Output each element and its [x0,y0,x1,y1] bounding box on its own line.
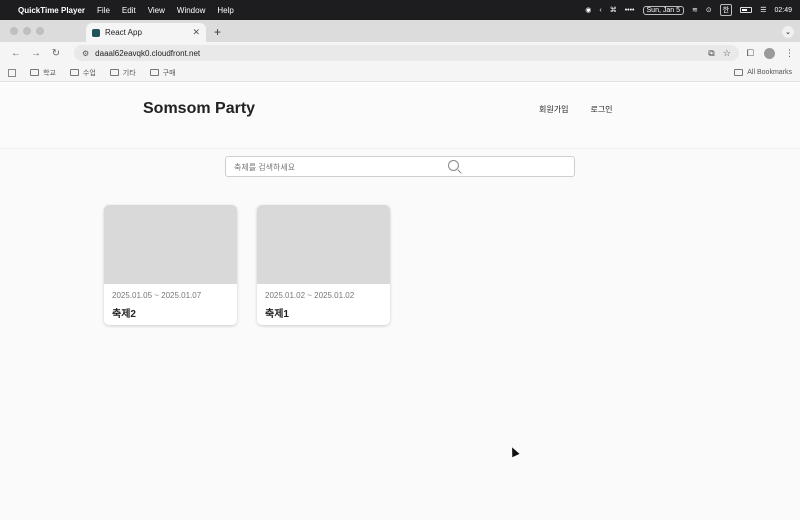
menu-file[interactable]: File [97,6,110,15]
bookmark-label: 구매 [162,69,176,77]
close-window-button[interactable] [10,27,18,35]
search-input[interactable] [226,158,486,177]
bookmark-folder-etc[interactable]: 기타 [109,68,136,78]
site-nav: 회원가입 로그인 [539,104,613,115]
site-logo[interactable]: Somsom Party [143,100,255,118]
bookmark-folder-purchase[interactable]: 구매 [149,68,176,78]
bookmarks-bar: 학교 수업 기타 구매 All Bookmarks [0,64,800,82]
menu-help[interactable]: Help [217,6,233,15]
chevron-left-icon[interactable]: ‹ [599,7,601,14]
folder-icon [69,69,79,76]
folder-icon [149,69,159,76]
festival-card[interactable]: 2025.01.05 ~ 2025.01.07 축제2 [104,205,237,325]
folder-icon [109,69,119,76]
tab-react-app[interactable]: React App ✕ [86,23,206,42]
bookmark-folder-school[interactable]: 학교 [30,68,56,78]
folder-icon [30,69,39,76]
web-page: Somsom Party 회원가입 로그인 2025.01.05 ~ 2025.… [0,83,800,520]
bookmark-folder-class[interactable]: 수업 [69,68,96,78]
tab-title: React App [105,28,142,37]
festival-dates: 2025.01.05 ~ 2025.01.07 [112,291,202,300]
input-method-indicator[interactable]: 한 [719,4,733,16]
screen-record-icon[interactable]: ⊙ [706,6,712,14]
bookmark-star-icon[interactable]: ☆ [723,48,731,59]
battery-icon[interactable] [740,7,753,13]
apps-grid-icon[interactable] [8,68,16,77]
all-bookmarks-button[interactable]: All Bookmarks [734,69,792,76]
kebab-menu-icon[interactable]: ⋮ [785,48,794,59]
app-name[interactable]: QuickTime Player [18,6,85,15]
festival-thumbnail[interactable] [104,205,237,284]
extensions-puzzle-icon[interactable]: ⧠ [747,48,754,59]
festival-name[interactable]: 축제2 [112,305,237,320]
record-icon[interactable]: ◉ [585,6,591,14]
install-app-icon[interactable]: ⧉ [708,48,714,59]
festival-search-box[interactable] [225,156,575,177]
menu-edit[interactable]: Edit [122,6,136,15]
profile-avatar[interactable] [764,47,775,59]
favicon-icon [92,28,100,37]
clock[interactable]: 02:49 [774,7,792,14]
paperclip-icon[interactable]: ⌘ [610,6,617,14]
festival-thumbnail[interactable] [257,205,390,284]
status-area: ◉ ‹ ⌘ •••• Sun, Jan 5 ≋ ⊙ 한 ☰ 02:49 [585,4,792,16]
macos-menubar: QuickTime Player File Edit View Window H… [0,0,800,20]
window-controls [10,27,44,35]
date-display[interactable]: Sun, Jan 5 [642,5,684,15]
all-bookmarks-label: All Bookmarks [747,69,792,76]
bookmark-label: 기타 [122,69,136,77]
search-icon[interactable] [448,160,459,171]
dots-icon[interactable]: •••• [625,7,635,14]
minimize-window-button[interactable] [23,27,31,35]
reload-icon[interactable]: ↻ [46,48,66,59]
site-settings-icon[interactable]: ⚙ [82,49,89,58]
bookmark-label: 학교 [43,69,56,77]
address-bar[interactable]: ⚙ daaal62eavqk0.cloudfront.net ⧉ ☆ [74,45,739,61]
forward-arrow-icon[interactable]: → [26,48,46,59]
folder-icon [734,69,744,76]
browser-tab-bar: React App ✕ + ⌄ [0,20,800,42]
bookmark-label: 수업 [82,69,96,77]
login-link[interactable]: 로그인 [590,104,612,115]
url-text[interactable]: daaal62eavqk0.cloudfront.net [95,49,200,58]
festival-dates: 2025.01.02 ~ 2025.01.02 [265,291,355,300]
back-arrow-icon[interactable]: ← [6,48,26,59]
control-center-icon[interactable]: ☰ [760,6,766,14]
signup-link[interactable]: 회원가입 [539,104,568,115]
festival-name[interactable]: 축제1 [265,305,390,320]
menu-view[interactable]: View [148,6,165,15]
menu-window[interactable]: Window [177,6,205,15]
zoom-window-button[interactable] [36,27,44,35]
tab-close-icon[interactable]: ✕ [192,27,200,38]
festival-card[interactable]: 2025.01.02 ~ 2025.01.02 축제1 [257,205,390,325]
wifi-icon[interactable]: ≋ [692,6,698,14]
site-header: Somsom Party 회원가입 로그인 [0,83,800,149]
new-tab-button[interactable]: + [214,25,221,39]
browser-toolbar: ← → ↻ ⚙ daaal62eavqk0.cloudfront.net ⧉ ☆… [0,42,800,64]
tab-search-chevron-icon[interactable]: ⌄ [782,26,794,38]
